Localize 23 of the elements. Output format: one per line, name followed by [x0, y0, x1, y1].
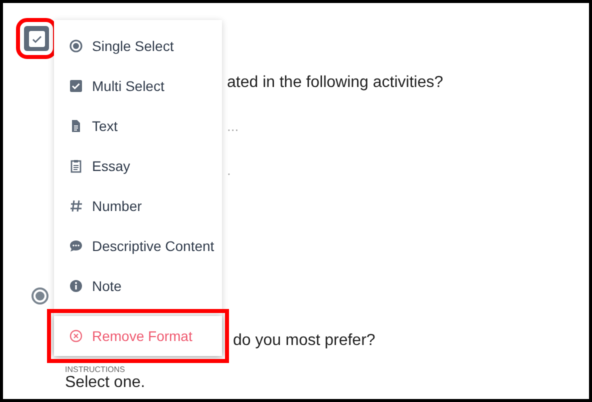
answer-text: .: [227, 163, 231, 177]
placeholder-text: ...: [227, 119, 239, 133]
instructions-text: Select one.: [65, 374, 146, 392]
menu-item[interactable]: Multi Select: [54, 66, 222, 106]
menu-item[interactable]: Essay: [54, 146, 222, 186]
question-text: ated in the following activities?: [227, 73, 444, 93]
menu-item[interactable]: Number: [54, 186, 222, 226]
hash-icon: [69, 199, 83, 213]
menu-item[interactable]: Descriptive Content: [54, 226, 222, 266]
radio-icon: [69, 39, 83, 53]
instructions-label: INSTRUCTIONS: [65, 365, 125, 374]
question-text: do you most prefer?: [233, 331, 376, 351]
speech-bubble-icon: [69, 239, 83, 253]
checkbox-icon: [69, 79, 83, 93]
info-icon: [69, 279, 83, 293]
clipboard-icon: [69, 159, 83, 173]
radio-icon[interactable]: [31, 287, 49, 305]
menu-item[interactable]: Single Select: [54, 26, 222, 66]
document-icon: [69, 119, 83, 133]
menu-item[interactable]: Text: [54, 106, 222, 146]
format-button[interactable]: [24, 26, 49, 51]
menu-item[interactable]: Note: [54, 266, 222, 306]
circle-x-icon: [69, 329, 83, 343]
